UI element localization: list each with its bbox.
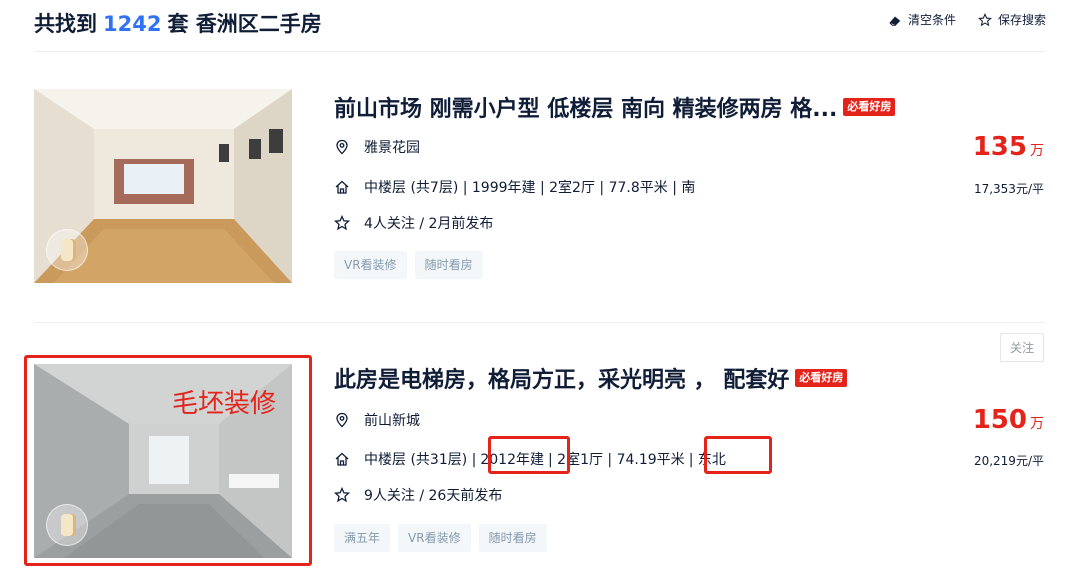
star-outline-icon	[978, 12, 992, 26]
tag-viewing: 随时看房	[414, 251, 483, 279]
price-unit: 万	[1030, 416, 1044, 432]
tag-list: VR看装修 随时看房	[334, 251, 483, 279]
tag-five-years: 满五年	[334, 524, 391, 552]
decoration-annotation: 毛坯装修	[172, 389, 277, 419]
house-info-row: 中楼层 (共7层) | 1999年建 | 2室2厅 | 77.8平米 | 南	[334, 177, 695, 197]
community-link[interactable]: 前山新城	[364, 410, 420, 430]
listing-title[interactable]: 此房是电梯房，格局方正，采光明亮 ， 配套好 必看好房	[334, 362, 848, 394]
tag-viewing: 随时看房	[478, 524, 547, 552]
follow-button[interactable]: 关注	[999, 333, 1044, 362]
listing-title-text[interactable]: 前山市场 刚需小户型 低楼层 南向 精装修两房 格...	[334, 91, 837, 123]
tag-vr: VR看装修	[334, 251, 407, 279]
vr-icon[interactable]	[46, 229, 88, 271]
house-info: 中楼层 (共31层) | 2012年建 | 2室1厅 | 74.19平米 | 东…	[364, 449, 726, 469]
follow-info: 4人关注 / 2月前发布	[364, 216, 494, 232]
tag-list: 满五年 VR看装修 随时看房	[334, 524, 547, 552]
total-price: 150 万	[973, 405, 1044, 435]
result-count-title: 共找到 1242 套 香洲区二手房	[34, 8, 322, 38]
community-link[interactable]: 雅景花园	[364, 137, 420, 157]
listing-divider	[34, 322, 1045, 323]
price-number: 150	[972, 405, 1027, 435]
result-header: 共找到 1242 套 香洲区二手房 清空条件 保存搜索	[0, 0, 1080, 50]
header-divider	[34, 51, 1045, 52]
house-icon	[335, 180, 349, 194]
location-pin-icon	[336, 412, 348, 428]
must-see-badge: 必看好房	[795, 369, 848, 387]
community-row: 前山新城	[334, 410, 420, 430]
house-info-row: 中楼层 (共31层) | 2012年建 | 2室1厅 | 74.19平米 | 东…	[334, 449, 726, 469]
location-pin-icon	[336, 139, 348, 155]
result-prefix: 共找到	[34, 12, 97, 36]
total-price: 135 万	[973, 132, 1044, 162]
tag-vr: VR看装修	[398, 524, 471, 552]
follow-info: 9人关注 / 26天前发布	[364, 488, 503, 504]
clear-filters-button[interactable]: 清空条件	[888, 11, 956, 28]
house-icon	[335, 452, 349, 466]
star-icon	[334, 487, 350, 503]
save-search-button[interactable]: 保存搜索	[978, 11, 1046, 28]
follow-info-row: 4人关注 / 2月前发布	[334, 213, 493, 233]
house-info-year: 2012年建	[480, 452, 544, 468]
star-icon	[334, 215, 350, 231]
listing-photo[interactable]	[34, 89, 292, 283]
result-suffix: 套 香洲区二手房	[167, 12, 322, 36]
house-info-orientation: | 东北	[688, 452, 726, 468]
listing-title-text[interactable]: 此房是电梯房，格局方正，采光明亮 ， 配套好	[334, 362, 789, 394]
must-see-badge: 必看好房	[843, 98, 896, 116]
vr-icon[interactable]	[46, 504, 88, 546]
price-unit: 万	[1030, 143, 1044, 159]
eraser-icon	[889, 16, 901, 26]
result-count: 1242	[103, 12, 162, 36]
save-search-label: 保存搜索	[997, 13, 1046, 27]
community-row: 雅景花园	[334, 137, 420, 157]
listing-title[interactable]: 前山市场 刚需小户型 低楼层 南向 精装修两房 格... 必看好房	[334, 91, 896, 123]
unit-price: 17,353元/平	[973, 182, 1044, 196]
house-info-floor: 中楼层 (共31层) |	[364, 452, 477, 468]
clear-filters-label: 清空条件	[907, 13, 956, 27]
house-info-layout: | 2室1厅 | 74.19平米	[548, 452, 685, 468]
follow-info-row: 9人关注 / 26天前发布	[334, 485, 502, 505]
house-info: 中楼层 (共7层) | 1999年建 | 2室2厅 | 77.8平米 | 南	[364, 180, 696, 196]
price-number: 135	[972, 132, 1027, 162]
header-actions: 清空条件 保存搜索	[888, 11, 1046, 28]
unit-price: 20,219元/平	[973, 454, 1044, 468]
